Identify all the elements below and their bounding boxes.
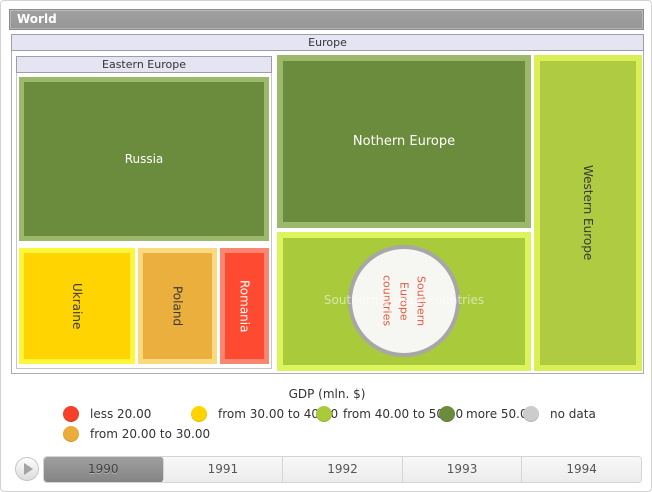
legend-label: from 20.00 to 30.00: [90, 427, 210, 441]
drillup-bar-world[interactable]: World: [9, 9, 644, 30]
legend-item-more-50[interactable]: more 50.00: [439, 405, 535, 422]
legend-item-no-data[interactable]: no data: [523, 405, 596, 422]
legend-dot-red: [63, 406, 79, 422]
treemap-node-northern-europe[interactable]: Nothern Europe: [277, 55, 531, 228]
southern-europe-no-data-circle[interactable]: Southern Europe countries: [348, 245, 460, 357]
northern-europe-label: Nothern Europe: [353, 134, 455, 149]
treemap-node-romania[interactable]: Romania: [220, 248, 269, 364]
legend-title: GDP (mln. $): [1, 387, 652, 401]
year-tab-1992[interactable]: 1992: [283, 457, 403, 482]
western-europe-label: Western Europe: [581, 165, 595, 260]
legend-dot-orange: [63, 426, 79, 442]
year-tab-1993[interactable]: 1993: [403, 457, 523, 482]
legend-dot-gray: [523, 406, 539, 422]
play-button[interactable]: [15, 457, 39, 481]
southern-europe-label: Southern Europe countries: [378, 275, 429, 326]
year-timeline: 1990 1991 1992 1993 1994: [44, 457, 641, 482]
legend-dot-yellow: [191, 406, 207, 422]
treemap-node-russia[interactable]: Russia: [19, 77, 269, 241]
treemap-node-poland[interactable]: Poland: [138, 248, 217, 364]
treemap-node-western-europe[interactable]: Western Europe: [534, 55, 642, 371]
romania-label: Romania: [238, 280, 252, 332]
eastern-europe-header[interactable]: Eastern Europe: [16, 56, 272, 73]
treemap-node-ukraine[interactable]: Ukraine: [19, 248, 135, 364]
europe-header[interactable]: Europe: [11, 34, 644, 51]
legend-label: less 20.00: [90, 407, 151, 421]
legend-dot-darkgreen: [439, 406, 455, 422]
russia-label: Russia: [125, 152, 164, 166]
legend-dot-yellowgreen: [316, 406, 332, 422]
legend-label: no data: [550, 407, 596, 421]
treemap-chart: World Europe Eastern Europe Russia Ukrai…: [0, 0, 652, 492]
play-icon: [24, 463, 33, 475]
legend-item-20-30[interactable]: from 20.00 to 30.00: [63, 425, 210, 442]
legend-item-less-20[interactable]: less 20.00: [63, 405, 151, 422]
year-tab-1994[interactable]: 1994: [522, 457, 641, 482]
year-tab-1990[interactable]: 1990: [44, 457, 164, 482]
year-tab-1991[interactable]: 1991: [164, 457, 284, 482]
poland-label: Poland: [171, 286, 185, 326]
ukraine-label: Ukraine: [70, 283, 84, 329]
